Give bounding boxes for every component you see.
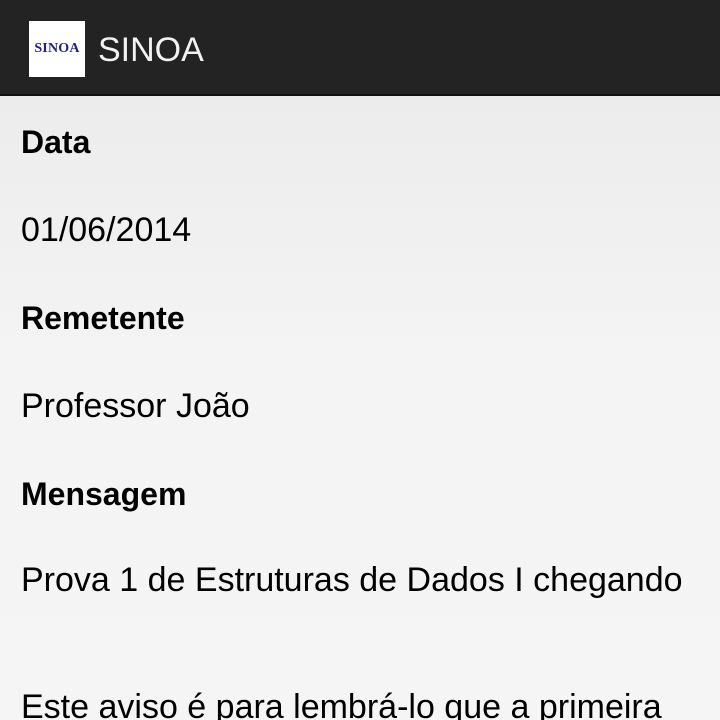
message-body: Este aviso é para lembrá-lo que a primei… [21, 688, 662, 720]
message-subject: Prova 1 de Estruturas de Dados I chegand… [21, 561, 683, 599]
sender-value: Professor João [21, 387, 250, 425]
app-logo-icon[interactable]: SINOA [29, 21, 85, 77]
message-label: Mensagem [21, 476, 187, 512]
action-bar: SINOA SINOA [0, 0, 720, 96]
app-logo-text: SINOA [34, 41, 80, 56]
sender-label: Remetente [21, 300, 185, 336]
date-label: Data [21, 124, 91, 160]
date-value: 01/06/2014 [21, 211, 192, 249]
app-title: SINOA [98, 31, 204, 69]
